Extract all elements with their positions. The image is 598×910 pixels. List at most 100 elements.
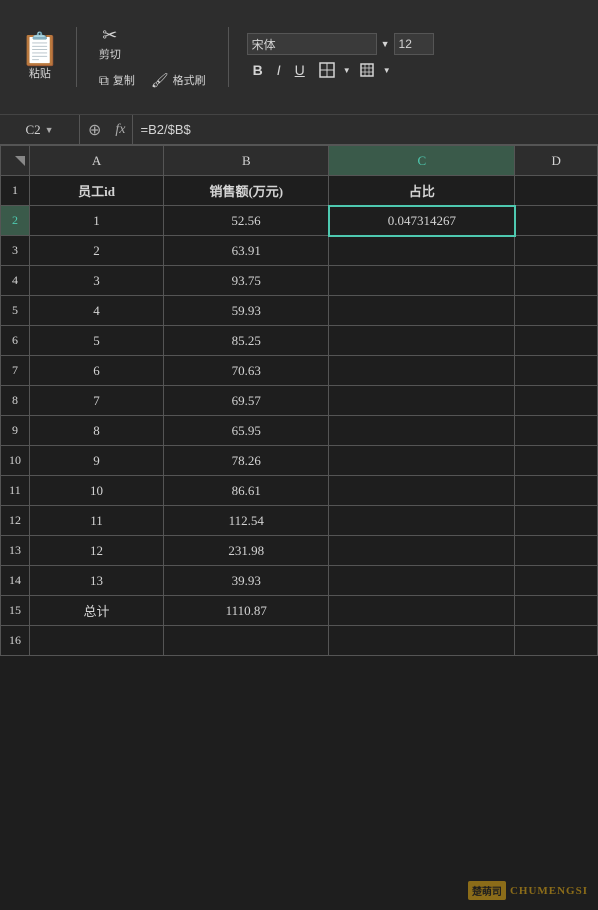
italic-button[interactable]: I <box>271 59 287 81</box>
cell-c[interactable] <box>329 296 515 326</box>
cell-a[interactable]: 总计 <box>29 596 163 626</box>
cell-c[interactable] <box>329 326 515 356</box>
cell-c[interactable] <box>329 596 515 626</box>
cell-d[interactable] <box>515 296 598 326</box>
underline-button[interactable]: U <box>289 59 311 81</box>
cell-d[interactable] <box>515 446 598 476</box>
fill-color-button[interactable] <box>353 59 381 81</box>
cell-b[interactable]: 86.61 <box>164 476 329 506</box>
row-number: 11 <box>1 476 30 506</box>
cell-d[interactable] <box>515 176 598 206</box>
cell-c[interactable] <box>329 266 515 296</box>
formula-input[interactable] <box>133 115 598 144</box>
cell-b[interactable]: 231.98 <box>164 536 329 566</box>
row-number: 12 <box>1 506 30 536</box>
row-number: 10 <box>1 446 30 476</box>
cell-c[interactable] <box>329 536 515 566</box>
cell-b[interactable]: 85.25 <box>164 326 329 356</box>
row-number: 6 <box>1 326 30 356</box>
cell-b[interactable]: 52.56 <box>164 206 329 236</box>
column-header-row: A B C D <box>1 146 598 176</box>
cell-a[interactable]: 7 <box>29 386 163 416</box>
cell-d[interactable] <box>515 596 598 626</box>
cell-d[interactable] <box>515 206 598 236</box>
paste-button[interactable]: 📋 粘贴 <box>14 31 66 83</box>
cell-c[interactable] <box>329 386 515 416</box>
cut-label: 剪切 <box>99 46 121 62</box>
font-size-input[interactable] <box>394 33 434 55</box>
cell-reference-box[interactable]: C2 ▼ <box>0 115 80 144</box>
cell-a[interactable]: 13 <box>29 566 163 596</box>
font-section: ▼ B I U ▼ <box>243 29 438 85</box>
cell-c[interactable] <box>329 236 515 266</box>
row-number: 5 <box>1 296 30 326</box>
cell-a[interactable]: 5 <box>29 326 163 356</box>
row-number: 14 <box>1 566 30 596</box>
border-button[interactable] <box>313 59 341 81</box>
cell-c[interactable]: 0.047314267 <box>329 206 515 236</box>
format-brush-button[interactable]: 🖌 格式刷 <box>147 70 210 90</box>
cell-b[interactable]: 59.93 <box>164 296 329 326</box>
cell-b[interactable]: 63.91 <box>164 236 329 266</box>
cell-b[interactable]: 1110.87 <box>164 596 329 626</box>
watermark: 楚萌司 CHUMENGSI <box>468 881 588 900</box>
cut-button[interactable]: ✂ 剪切 <box>95 24 125 64</box>
bold-button[interactable]: B <box>247 59 269 81</box>
table-row: 141339.93 <box>1 566 598 596</box>
cell-a[interactable]: 11 <box>29 506 163 536</box>
cell-a[interactable]: 4 <box>29 296 163 326</box>
cell-d[interactable] <box>515 236 598 266</box>
cell-b[interactable]: 93.75 <box>164 266 329 296</box>
col-header-a[interactable]: A <box>29 146 163 176</box>
copy-button[interactable]: ⧉ 复制 <box>95 70 139 90</box>
col-header-b[interactable]: B <box>164 146 329 176</box>
cell-d[interactable] <box>515 356 598 386</box>
cell-b[interactable] <box>164 626 329 656</box>
cell-a[interactable]: 9 <box>29 446 163 476</box>
col-header-c[interactable]: C <box>329 146 515 176</box>
cell-a[interactable]: 6 <box>29 356 163 386</box>
row-number: 3 <box>1 236 30 266</box>
cell-a[interactable]: 3 <box>29 266 163 296</box>
cell-c[interactable] <box>329 356 515 386</box>
cell-a[interactable]: 员工id <box>29 176 163 206</box>
cell-d[interactable] <box>515 566 598 596</box>
cell-d[interactable] <box>515 326 598 356</box>
cell-b[interactable]: 销售额(万元) <box>164 176 329 206</box>
cell-d[interactable] <box>515 506 598 536</box>
font-name-input[interactable] <box>247 33 377 55</box>
cell-b[interactable]: 78.26 <box>164 446 329 476</box>
cell-b[interactable]: 39.93 <box>164 566 329 596</box>
cell-d[interactable] <box>515 266 598 296</box>
cell-d[interactable] <box>515 386 598 416</box>
fill-dropdown-arrow[interactable]: ▼ <box>383 66 391 75</box>
cell-ref-dropdown[interactable]: ▼ <box>45 125 54 135</box>
font-dropdown-arrow[interactable]: ▼ <box>381 39 390 49</box>
row-number: 15 <box>1 596 30 626</box>
cell-a[interactable]: 8 <box>29 416 163 446</box>
cell-c[interactable] <box>329 566 515 596</box>
row-number: 9 <box>1 416 30 446</box>
cell-d[interactable] <box>515 626 598 656</box>
cell-d[interactable] <box>515 536 598 566</box>
format-brush-label: 格式刷 <box>173 72 206 88</box>
cell-a[interactable] <box>29 626 163 656</box>
cell-c[interactable]: 占比 <box>329 176 515 206</box>
cell-b[interactable]: 70.63 <box>164 356 329 386</box>
cell-c[interactable] <box>329 506 515 536</box>
cell-c[interactable] <box>329 416 515 446</box>
cell-b[interactable]: 69.57 <box>164 386 329 416</box>
border-dropdown-arrow[interactable]: ▼ <box>343 66 351 75</box>
cell-a[interactable]: 1 <box>29 206 163 236</box>
cell-c[interactable] <box>329 446 515 476</box>
cell-d[interactable] <box>515 476 598 506</box>
cell-a[interactable]: 2 <box>29 236 163 266</box>
cell-c[interactable] <box>329 626 515 656</box>
col-header-d[interactable]: D <box>515 146 598 176</box>
cell-b[interactable]: 65.95 <box>164 416 329 446</box>
cell-c[interactable] <box>329 476 515 506</box>
cell-a[interactable]: 12 <box>29 536 163 566</box>
cell-d[interactable] <box>515 416 598 446</box>
cell-a[interactable]: 10 <box>29 476 163 506</box>
cell-b[interactable]: 112.54 <box>164 506 329 536</box>
